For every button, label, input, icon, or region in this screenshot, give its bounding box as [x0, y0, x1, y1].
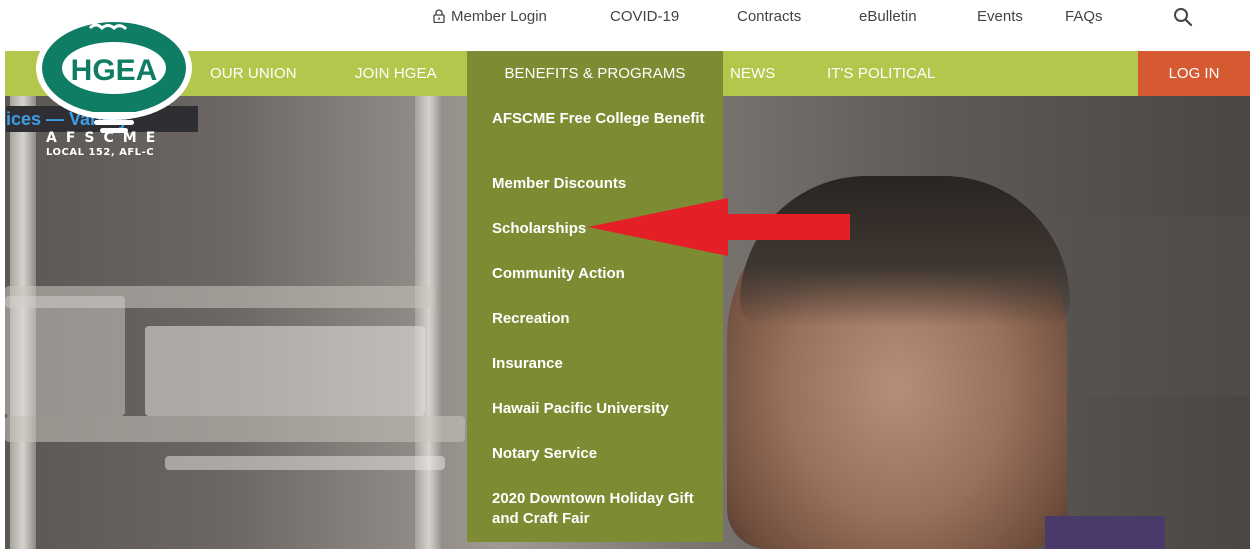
nav-news[interactable]: NEWS: [730, 51, 775, 96]
local-wordmark: LOCAL 152, AFL-C: [46, 147, 155, 158]
dropdown-item-hawaii-pacific[interactable]: Hawaii Pacific University: [492, 399, 712, 419]
events-link[interactable]: Events: [977, 8, 1023, 26]
benefits-dropdown: AFSCME Free College Benefit Member Disco…: [467, 96, 723, 542]
nav-join-hgea[interactable]: JOIN HGEA: [355, 51, 437, 96]
dropdown-item-recreation[interactable]: Recreation: [492, 309, 712, 329]
svg-text:HGEA: HGEA: [71, 54, 158, 87]
dropdown-item-free-college[interactable]: AFSCME Free College Benefit: [492, 109, 712, 129]
person-shirt: [1045, 516, 1165, 549]
search-icon[interactable]: [1172, 6, 1194, 28]
afscme-wordmark: AFSCME: [46, 130, 165, 146]
login-button[interactable]: LOG IN: [1138, 51, 1250, 96]
dropdown-item-notary-service[interactable]: Notary Service: [492, 444, 712, 464]
red-arrow-annotation: [588, 196, 854, 258]
member-login-label: Member Login: [451, 8, 547, 25]
dropdown-item-holiday-fair[interactable]: 2020 Downtown Holiday Gift and Craft Fai…: [492, 489, 712, 529]
dropdown-item-community-action[interactable]: Community Action: [492, 264, 712, 284]
ebulletin-link[interactable]: eBulletin: [859, 8, 917, 26]
dropdown-item-member-discounts[interactable]: Member Discounts: [492, 174, 712, 194]
dropdown-item-insurance[interactable]: Insurance: [492, 354, 712, 374]
lock-icon: [433, 9, 445, 28]
member-login-link[interactable]: Member Login: [433, 8, 547, 28]
covid-link[interactable]: COVID-19: [610, 8, 679, 26]
nav-its-political[interactable]: IT'S POLITICAL: [827, 51, 935, 96]
faqs-link[interactable]: FAQs: [1065, 8, 1103, 26]
nav-benefits-programs[interactable]: BENEFITS & PROGRAMS: [467, 51, 723, 96]
contracts-link[interactable]: Contracts: [737, 8, 801, 26]
nav-our-union[interactable]: OUR UNION: [210, 51, 297, 96]
